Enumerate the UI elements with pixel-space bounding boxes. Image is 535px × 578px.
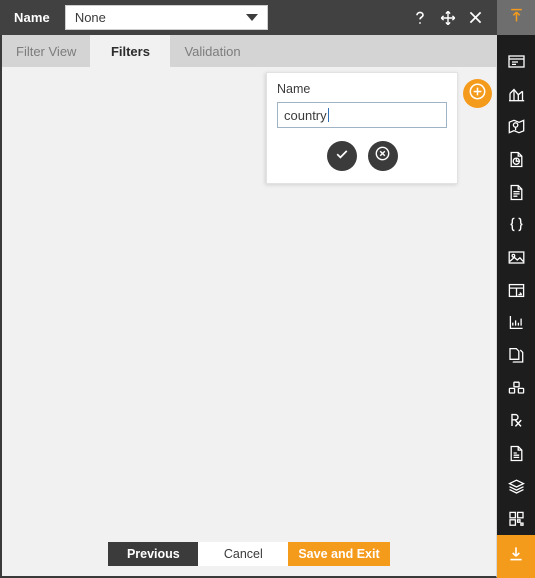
sidebar-item-report[interactable] [497,437,535,470]
circle-x-icon [374,145,391,167]
grid-dashboard-icon [507,509,526,528]
document-chart-icon [507,150,526,169]
table-icon [507,281,526,300]
sidebar-item-line-chart[interactable] [497,306,535,339]
text-cursor [327,108,329,122]
filters-content-area: Name country [0,67,497,532]
cubes-icon [507,379,526,398]
move-icon[interactable] [439,9,456,26]
layers-stack-icon [507,477,526,496]
name-label: Name [14,10,50,25]
sidebar-item-document[interactable] [497,176,535,209]
upload-arrow-icon [508,7,525,29]
cancel-footer-button[interactable]: Cancel [198,542,289,566]
sidebar-item-copy-document[interactable] [497,339,535,372]
sidebar-icon-list [497,35,535,535]
report-document-icon [507,444,526,463]
name-select-value: None [74,10,106,25]
previous-button[interactable]: Previous [108,542,199,566]
tab-filter-view[interactable]: Filter View [2,35,90,67]
sidebar-item-map[interactable] [497,110,535,143]
sidebar-item-grid-dashboard[interactable] [497,502,535,535]
popup-action-row [277,141,447,171]
save-and-exit-button[interactable]: Save and Exit [288,542,390,566]
help-icon[interactable] [411,9,428,26]
tab-validation[interactable]: Validation [170,35,254,67]
close-icon[interactable] [467,9,484,26]
sidebar-item-prescription[interactable] [497,404,535,437]
sidebar-item-panel-card[interactable] [497,45,535,78]
right-sidebar [497,0,535,578]
application-window: Name None Filter View Filters Validation… [0,0,535,578]
copy-document-icon [507,346,526,365]
check-icon [334,146,350,167]
cancel-button[interactable] [367,141,398,171]
plus-circle-icon [467,81,488,107]
filter-name-input-value: country [284,107,327,123]
sidebar-item-code[interactable] [497,208,535,241]
panel-card-icon [507,52,526,71]
image-icon [507,248,526,267]
code-braces-icon [507,215,526,234]
sidebar-item-cubes[interactable] [497,372,535,405]
sidebar-item-image[interactable] [497,241,535,274]
map-pin-icon [507,117,526,136]
sidebar-item-layers[interactable] [497,470,535,503]
popup-name-label: Name [277,82,311,96]
header-bar: Name None [0,0,497,35]
bar-chart-icon [507,85,526,104]
new-filter-popup: Name country [266,72,458,184]
tab-filters[interactable]: Filters [90,35,171,67]
prescription-rx-icon [507,411,526,430]
main-panel: Name None Filter View Filters Validation… [0,0,497,578]
download-button[interactable] [497,535,535,578]
chevron-down-icon [245,14,258,21]
window-controls [411,9,497,26]
add-filter-button[interactable] [463,79,492,108]
document-icon [507,183,526,202]
confirm-button[interactable] [326,141,357,171]
sidebar-item-bar-chart[interactable] [497,78,535,111]
footer-bar: Previous Cancel Save and Exit [0,532,497,578]
collapse-panel-button[interactable] [497,0,535,35]
name-select-dropdown[interactable]: None [64,5,268,30]
tab-strip: Filter View Filters Validation [0,35,497,67]
sidebar-item-document-chart[interactable] [497,143,535,176]
line-chart-icon [507,313,526,332]
filter-name-input[interactable]: country [277,102,447,128]
download-arrow-icon [507,545,525,568]
sidebar-item-table[interactable] [497,274,535,307]
